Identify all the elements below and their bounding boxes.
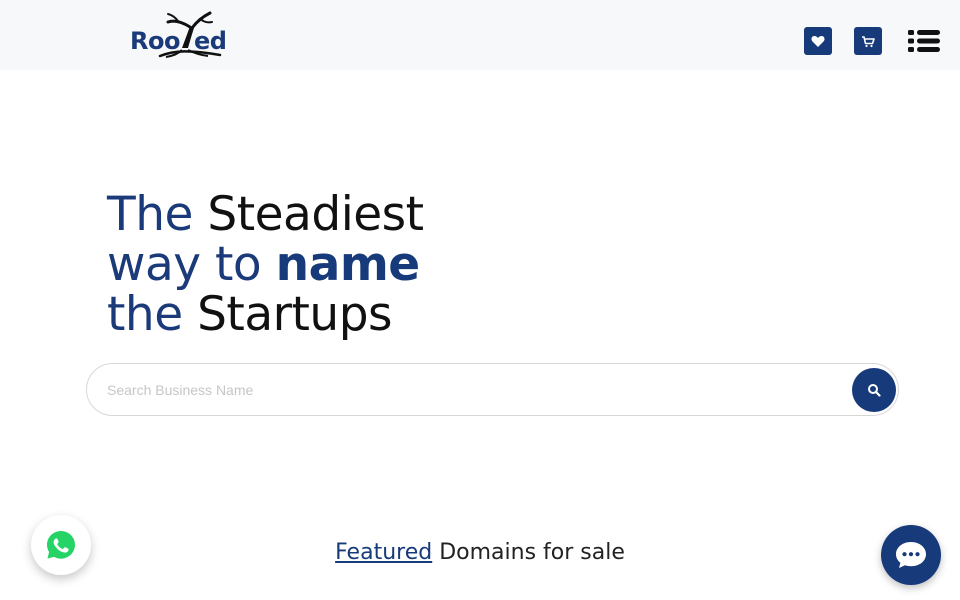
chat-button[interactable]	[881, 525, 941, 585]
hero-word-emphasis: Startups	[197, 287, 393, 342]
hero-line-3: the Startups	[107, 290, 424, 340]
menu-icon	[908, 30, 940, 52]
featured-link[interactable]: Featured	[335, 540, 432, 565]
search-bar	[86, 363, 899, 416]
hero-word-emphasis: name	[275, 237, 421, 292]
whatsapp-icon	[47, 531, 75, 559]
cart-button[interactable]	[854, 27, 882, 55]
site-header: Roo ed	[0, 0, 960, 70]
search-button[interactable]	[852, 368, 896, 412]
cart-icon	[862, 35, 875, 47]
featured-heading: Featured Domains for sale	[0, 540, 960, 565]
hero-line-1: The Steadiest	[107, 190, 424, 240]
whatsapp-button[interactable]	[31, 515, 91, 575]
menu-button[interactable]	[908, 28, 940, 54]
search-icon	[868, 384, 881, 397]
brand-logo[interactable]: Roo ed	[130, 10, 230, 60]
chat-icon	[896, 542, 926, 568]
hero-word: way to	[107, 237, 262, 292]
search-input[interactable]	[107, 378, 847, 402]
featured-rest-text: Domains for sale	[439, 540, 625, 565]
heart-icon	[811, 35, 825, 47]
hero-word: the	[107, 287, 183, 342]
hero-line-2: way to name	[107, 240, 424, 290]
hero-word-emphasis: Steadiest	[207, 187, 424, 242]
hero-word: The	[107, 187, 193, 242]
wishlist-button[interactable]	[804, 27, 832, 55]
brand-logo-text: Roo ed	[130, 27, 227, 55]
hero-heading: The Steadiest way to name the Startups	[107, 190, 424, 340]
